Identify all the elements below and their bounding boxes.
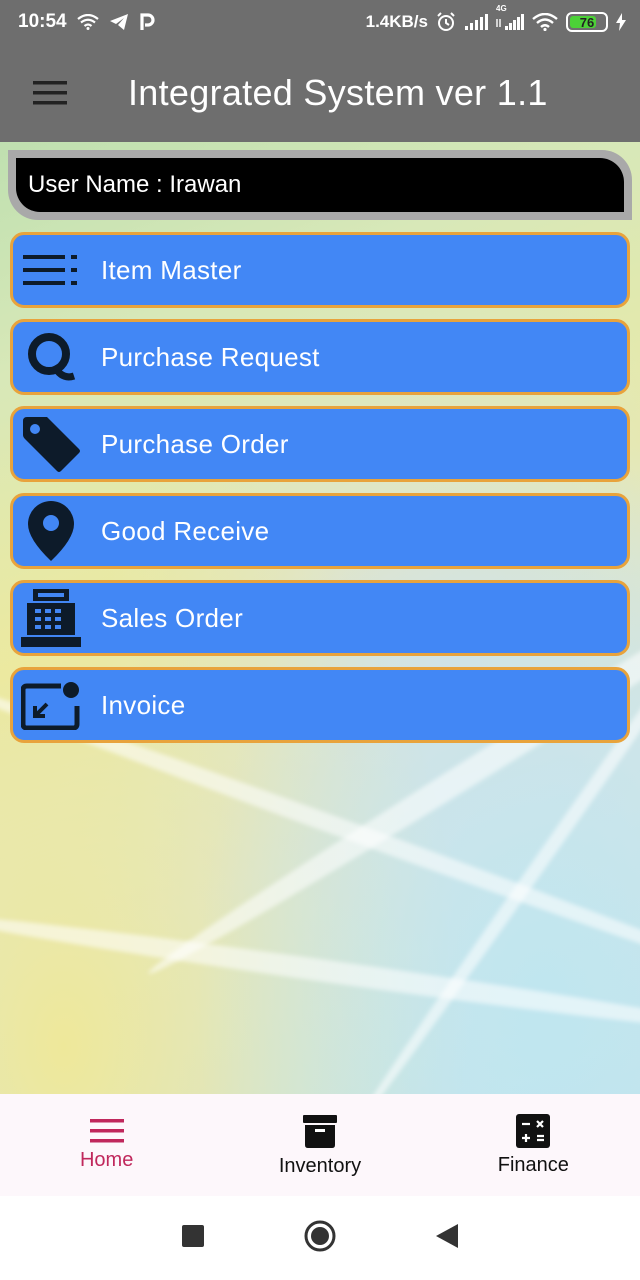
menu-item-label: Invoice (101, 689, 186, 720)
menu-item-purchase-request[interactable]: Purchase Request (10, 319, 630, 395)
battery-level: 76 (579, 14, 595, 30)
back-triangle-icon (436, 1223, 458, 1248)
system-navigation-bar (0, 1196, 640, 1280)
menu-item-label: Purchase Request (101, 341, 320, 372)
main-content: User Name : Irawan Item Master Purchase … (0, 142, 640, 1094)
signal-4g-icon: 4G (496, 4, 524, 30)
wifi-call-icon (76, 14, 99, 30)
hamburger-icon (33, 81, 67, 105)
menu-item-label: Purchase Order (101, 428, 289, 459)
menu-item-purchase-order[interactable]: Purchase Order (10, 406, 630, 482)
nav-inventory-label: Inventory (278, 1154, 362, 1177)
battery-icon: 76 (566, 12, 608, 32)
menu-item-label: Good Receive (101, 515, 270, 546)
p-app-icon (139, 13, 155, 31)
nav-home-label: Home (79, 1148, 134, 1171)
nav-home[interactable]: Home (0, 1094, 213, 1196)
square-icon (182, 1224, 204, 1247)
app-bar: Integrated System ver 1.1 (0, 44, 640, 142)
menu-item-good-receive[interactable]: Good Receive (10, 493, 630, 569)
alarm-icon (436, 12, 456, 32)
menu-icon (89, 1118, 124, 1142)
menu-item-sales-order[interactable]: Sales Order (10, 580, 630, 656)
network-type: 4G (496, 4, 507, 13)
archive-icon (302, 1114, 337, 1148)
charging-icon (616, 13, 626, 31)
calculator-icon (516, 1113, 551, 1148)
location-pin-icon (13, 496, 89, 566)
nav-finance[interactable]: Finance (427, 1094, 640, 1196)
recent-apps-button[interactable] (182, 1224, 204, 1252)
user-banner: User Name : Irawan (8, 150, 632, 220)
telegram-icon (109, 13, 129, 31)
tag-icon (13, 409, 89, 479)
back-button[interactable] (436, 1223, 458, 1253)
menu-item-invoice[interactable]: Invoice (10, 667, 630, 743)
cash-register-icon (13, 583, 89, 653)
list-icon (13, 235, 89, 305)
q-letter-icon (13, 322, 89, 392)
menu-item-item-master[interactable]: Item Master (10, 232, 630, 308)
status-time: 10:54 (18, 11, 67, 32)
home-button[interactable] (304, 1220, 336, 1257)
signal-icon (464, 14, 488, 30)
circle-icon (304, 1220, 336, 1251)
status-bar: 10:54 1.4KB/s 4G 76 (0, 0, 640, 44)
app-title: Integrated System ver 1.1 (128, 72, 548, 113)
nav-inventory[interactable]: Inventory (213, 1094, 426, 1196)
menu-button[interactable] (0, 44, 100, 142)
menu-item-label: Sales Order (101, 602, 244, 633)
menu-list: Item Master Purchase Request Purchase Or… (10, 232, 630, 754)
picture-in-picture-icon (13, 670, 89, 740)
bottom-navigation: Home Inventory Finance (0, 1094, 640, 1196)
wifi-icon (532, 13, 558, 31)
user-name-label: User Name : Irawan (16, 158, 624, 212)
menu-item-label: Item Master (101, 254, 242, 285)
nav-finance-label: Finance (497, 1153, 569, 1176)
network-speed: 1.4KB/s (365, 12, 428, 31)
